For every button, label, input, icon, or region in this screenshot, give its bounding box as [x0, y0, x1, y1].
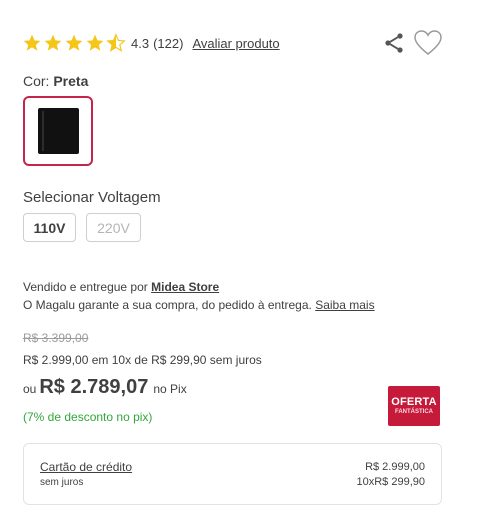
voltage-label: Selecionar Voltagem [23, 189, 161, 206]
share-icon[interactable] [382, 31, 406, 55]
rate-product-link[interactable]: Avaliar produto [192, 36, 279, 51]
pix-price: R$ 2.789,07 [39, 376, 149, 398]
half-star-icon [106, 33, 126, 52]
selected-color-name: Preta [53, 73, 89, 89]
pix-discount: (7% de desconto no pix) [23, 410, 153, 424]
color-label-prefix: Cor: [23, 73, 50, 89]
star-icon [86, 34, 104, 51]
credit-card-amount: R$ 2.999,00 [365, 461, 425, 473]
star-icon [65, 34, 83, 51]
offer-badge-subtitle: FANTÁSTICA [395, 408, 433, 415]
pix-suffix: no Pix [153, 382, 187, 396]
voltage-110v-button[interactable]: 110V [23, 213, 76, 242]
installment-info: R$ 2.999,00 em 10x de R$ 299,90 sem juro… [23, 353, 262, 367]
rating-stars [22, 33, 126, 53]
pix-price-row: ou R$ 2.789,07 no Pix [23, 376, 187, 399]
rating-value: 4.3 [131, 35, 150, 51]
learn-more-link[interactable]: Saiba mais [315, 298, 374, 312]
star-icon [23, 34, 41, 51]
payment-option-card[interactable]: Cartão de crédito sem juros R$ 2.999,00 … [23, 443, 442, 505]
seller-info: Vendido e entregue por Midea Store [23, 280, 219, 294]
heart-icon[interactable] [413, 29, 443, 57]
voltage-220v-button[interactable]: 220V [86, 213, 141, 242]
rating-row: 4.3 (122) Avaliar produto [22, 33, 280, 53]
guarantee-info: O Magalu garante a sua compra, do pedido… [23, 298, 375, 312]
color-label: Cor: Preta [23, 73, 88, 89]
pix-prefix: ou [23, 382, 37, 396]
seller-prefix: Vendido e entregue por [23, 280, 148, 294]
seller-name-link[interactable]: Midea Store [151, 280, 219, 294]
color-option-black[interactable] [23, 96, 93, 166]
old-price: R$ 3.399,00 [23, 331, 89, 345]
product-thumbnail [38, 108, 79, 154]
credit-card-subtitle: sem juros [40, 477, 84, 488]
guarantee-text: O Magalu garante a sua compra, do pedido… [23, 298, 312, 312]
review-count: (122) [153, 35, 184, 51]
credit-card-link[interactable]: Cartão de crédito [40, 460, 132, 474]
offer-badge-title: OFERTA [391, 395, 437, 408]
star-icon [44, 34, 62, 51]
offer-badge: OFERTA FANTÁSTICA [388, 386, 440, 426]
credit-card-installments: 10xR$ 299,90 [356, 476, 426, 488]
